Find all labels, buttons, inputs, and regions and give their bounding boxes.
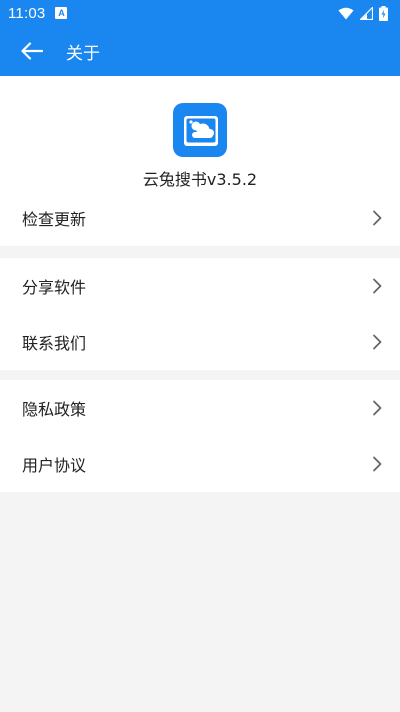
row-share-app[interactable]: 分享软件	[0, 258, 400, 314]
chevron-right-icon	[373, 456, 382, 472]
app-logo	[173, 103, 227, 157]
chevron-right-icon	[373, 334, 382, 350]
row-check-update[interactable]: 检查更新	[0, 190, 400, 246]
signal-icon	[360, 6, 373, 20]
row-label: 隐私政策	[22, 400, 87, 419]
status-time: 11:03	[8, 4, 46, 22]
settings-group-update: 检查更新	[0, 190, 400, 246]
cloud-book-icon	[184, 116, 218, 146]
chevron-right-icon	[373, 210, 382, 226]
row-contact-us[interactable]: 联系我们	[0, 314, 400, 370]
app-name-version: 云兔搜书v3.5.2	[142, 170, 258, 189]
settings-group-share: 分享软件 联系我们	[0, 258, 400, 370]
page-title: 关于	[66, 43, 100, 64]
chevron-right-icon	[373, 400, 382, 416]
about-header: 云兔搜书v3.5.2	[0, 76, 400, 190]
row-label: 用户协议	[22, 456, 87, 475]
row-label: 联系我们	[22, 334, 87, 353]
row-label: 检查更新	[22, 210, 87, 229]
back-button[interactable]	[8, 27, 56, 75]
chevron-right-icon	[373, 278, 382, 294]
row-privacy-policy[interactable]: 隐私政策	[0, 380, 400, 436]
status-left: 11:03 A	[8, 4, 68, 22]
battery-charging-icon	[379, 5, 388, 21]
status-bar: 11:03 A	[0, 0, 400, 26]
wifi-icon	[338, 7, 354, 19]
app-bar: 关于	[0, 26, 400, 76]
status-right	[338, 5, 388, 21]
row-user-agreement[interactable]: 用户协议	[0, 436, 400, 492]
arrow-left-icon	[21, 42, 43, 60]
settings-group-legal: 隐私政策 用户协议	[0, 380, 400, 492]
notification-a-icon: A	[55, 7, 68, 19]
row-label: 分享软件	[22, 278, 87, 297]
